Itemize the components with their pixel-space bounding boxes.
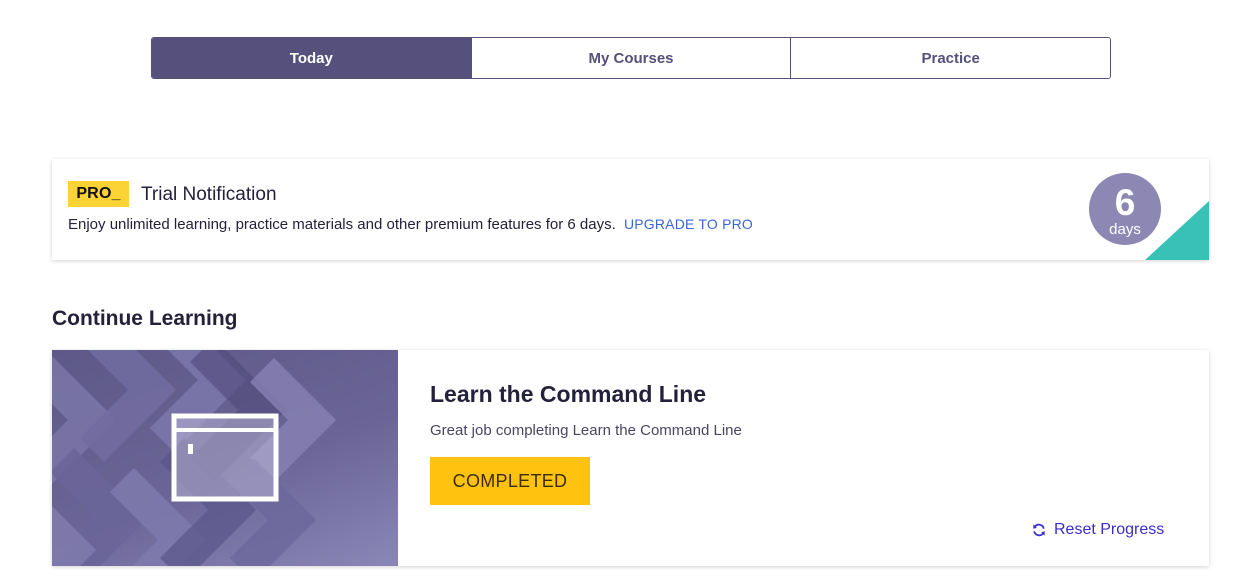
pro-badge: PRO_ [68,181,129,207]
trial-description: Enjoy unlimited learning, practice mater… [68,216,753,233]
tab-today[interactable]: Today [152,38,471,78]
reset-progress-label: Reset Progress [1054,521,1165,538]
trial-title: Trial Notification [141,184,277,205]
days-remaining-badge: 6 days [1089,173,1161,245]
chevron-pattern [52,350,337,566]
tab-my-courses[interactable]: My Courses [470,38,791,78]
tab-bar: Today My Courses Practice [151,37,1111,79]
tab-practice[interactable]: Practice [790,38,1110,78]
trial-text: Enjoy unlimited learning, practice mater… [68,216,616,233]
trial-notification-card: PRO_ Trial Notification Enjoy unlimited … [52,159,1209,260]
completed-button[interactable]: COMPLETED [430,457,590,505]
course-title: Learn the Command Line [430,381,707,407]
reset-progress-button[interactable]: Reset Progress [1032,521,1164,539]
course-subtitle: Great job completing Learn the Command L… [430,422,742,439]
upgrade-to-pro-link[interactable]: UPGRADE TO PRO [624,216,753,232]
course-artwork [52,350,398,566]
course-card: Learn the Command Line Great job complet… [52,350,1209,566]
refresh-icon [1033,523,1045,537]
section-title-continue-learning: Continue Learning [52,307,238,330]
browser-window-icon [171,413,279,502]
days-label: days [1109,221,1141,238]
days-count: 6 [1114,182,1136,223]
